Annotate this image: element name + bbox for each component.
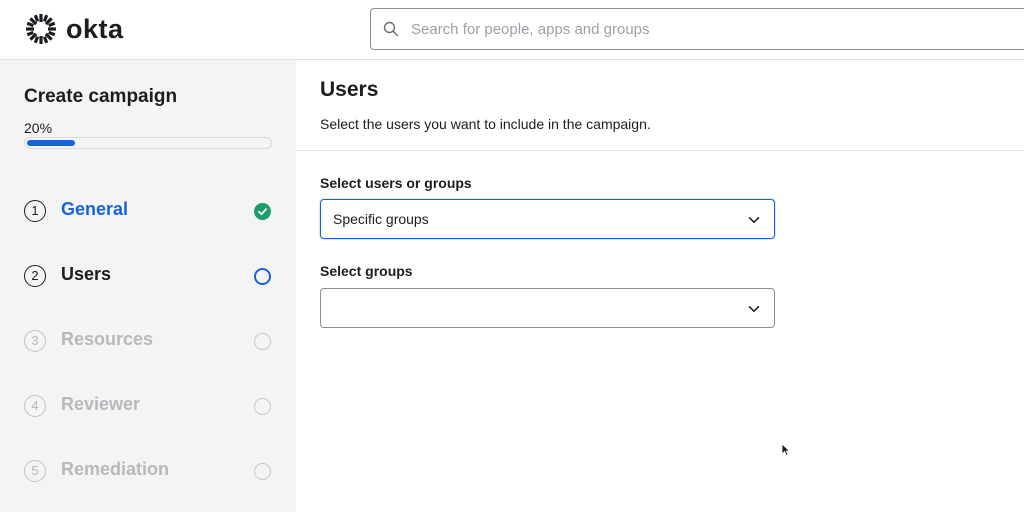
step-number: 5 [24,460,46,482]
users-or-groups-select[interactable]: Specific groups [320,199,775,239]
page-title: Users [320,78,379,101]
step-resources[interactable]: 3 Resources [24,328,274,356]
step-label: Reviewer [61,394,141,414]
step-label: Users [61,264,112,284]
step-number: 1 [24,200,46,222]
chevron-down-icon [748,306,760,312]
step-label: Remediation [61,459,170,479]
brand-name: okta [66,14,124,44]
check-circle-icon [254,203,271,220]
pending-circle-icon [254,398,271,415]
pending-circle-icon [254,333,271,350]
page-subtitle: Select the users you want to include in … [320,116,651,132]
progress-bar-fill [27,140,75,146]
step-number: 3 [24,330,46,352]
select-groups-label: Select groups [320,263,413,279]
okta-logo[interactable]: okta [24,12,124,46]
step-users[interactable]: 2 Users [24,263,274,291]
step-number: 4 [24,395,46,417]
search-input[interactable] [411,9,1011,49]
select-value: Specific groups [333,211,429,227]
search-box[interactable] [370,8,1024,50]
header-divider [296,150,1024,151]
okta-sunburst-icon [26,14,56,44]
top-bar: okta [0,0,1024,60]
select-groups-dropdown[interactable] [320,288,775,328]
sidebar-title: Create campaign [24,86,178,107]
search-icon [383,21,399,37]
step-reviewer[interactable]: 4 Reviewer [24,393,274,421]
current-step-circle-icon [254,268,271,285]
step-label: Resources [61,329,154,349]
step-remediation[interactable]: 5 Remediation [24,458,274,486]
step-general[interactable]: 1 General [24,198,274,226]
step-label: General [61,199,129,219]
users-or-groups-label: Select users or groups [320,175,472,191]
pending-circle-icon [254,463,271,480]
chevron-down-icon [748,217,760,223]
progress-bar [24,137,272,149]
campaign-sidebar: Create campaign 20% 1 General 2 Users 3 … [0,60,296,512]
mouse-cursor-icon [781,443,791,457]
step-number: 2 [24,265,46,287]
progress-percent: 20% [24,120,53,136]
